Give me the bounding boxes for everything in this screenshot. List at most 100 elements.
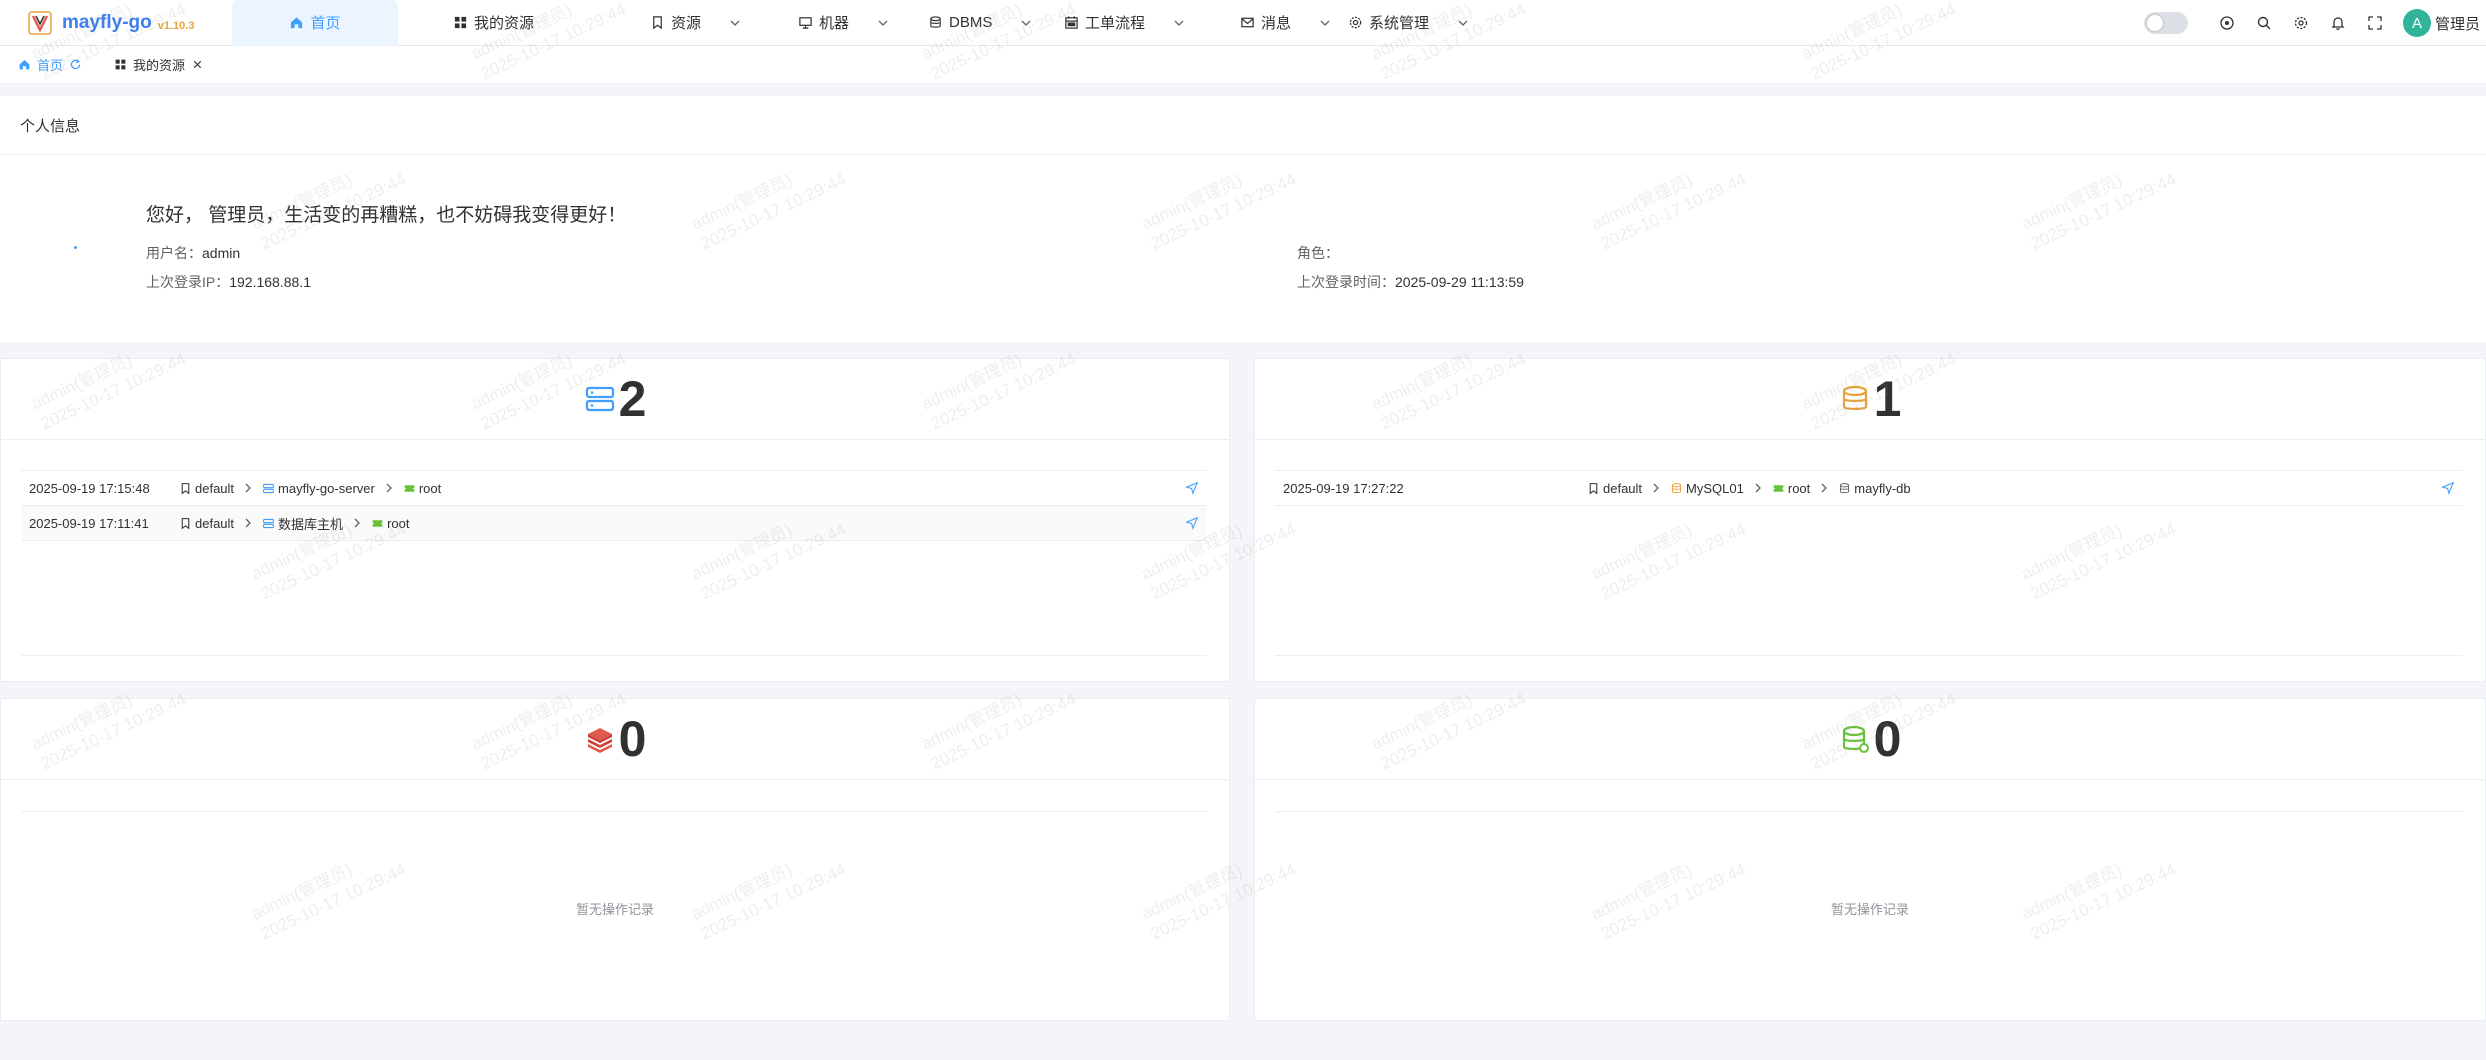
chevron-right-icon [1821, 483, 1828, 493]
record-row: 2025-09-19 17:15:48 default mayfly-go-se… [21, 471, 1207, 506]
theme-toggle[interactable] [2143, 12, 2188, 34]
bookmark-icon [653, 16, 662, 30]
list-divider [21, 811, 1207, 812]
empty-text: 暂无操作记录 [1830, 902, 1909, 917]
account-ticket-icon [1773, 484, 1784, 492]
db-stat-card: 1 2025-09-19 17:27:22 default MySQL01 ro… [1254, 358, 2486, 682]
search-icon[interactable] [2255, 14, 2273, 32]
home-icon [291, 17, 303, 29]
chevron-down-icon [1458, 20, 1468, 26]
database-icon [930, 16, 941, 28]
resource-path: default mayfly-go-server root [179, 481, 441, 496]
mail-icon [1241, 17, 1254, 28]
machine-records: 2025-09-19 17:15:48 default mayfly-go-se… [21, 470, 1207, 541]
monitor-icon [799, 17, 812, 29]
app-name: mayfly-go [62, 11, 152, 33]
nav-workflow[interactable]: 工单流程 [1052, 0, 1210, 46]
last-login-time-info: 上次登录时间：2025-09-29 11:13:59 [1297, 274, 1524, 290]
machine-stat-card: 2 2025-09-19 17:15:48 default mayfly-go-… [0, 358, 1230, 682]
profile-avatar [74, 246, 77, 249]
chevron-down-icon [730, 20, 740, 26]
toggle-knob [2146, 15, 2163, 31]
close-icon[interactable] [191, 58, 204, 71]
mayfly-logo-icon [28, 10, 52, 35]
empty-text: 暂无操作记录 [575, 902, 654, 917]
app-version: v1.10.3 [157, 19, 195, 32]
account-ticket-icon [404, 484, 415, 492]
record-row: 2025-09-19 17:11:41 default 数据库主机 root [21, 506, 1207, 541]
mongo-icon [1842, 725, 1869, 753]
settings-icon[interactable] [2292, 14, 2310, 32]
chevron-down-icon [1320, 20, 1330, 26]
home-icon [19, 60, 30, 70]
record-row: 2025-09-19 17:27:22 default MySQL01 root… [1275, 471, 2463, 506]
account-ticket-icon [372, 519, 383, 527]
nav-resources[interactable]: 资源 [638, 0, 778, 46]
user-avatar[interactable]: A [2402, 9, 2431, 37]
layout-icon[interactable] [2218, 14, 2236, 32]
list-divider [21, 655, 1207, 656]
send-icon[interactable] [1185, 516, 1199, 530]
list-divider [1275, 655, 2463, 656]
db-count: 1 [1873, 371, 1902, 427]
chevron-right-icon [1653, 483, 1659, 493]
nav-home[interactable]: 首页 [232, 0, 398, 46]
card-header[interactable]: 1 [1255, 359, 2485, 440]
profile-section-title: 个人信息 [0, 96, 2486, 155]
app-logo[interactable]: mayfly-go v1.10.3 [0, 0, 232, 46]
username-info: 用户名：admin [146, 245, 241, 261]
chevron-right-icon [245, 483, 251, 493]
nav-message[interactable]: 消息 [1210, 0, 1340, 46]
main-nav: 首页 我的资源 资源 机器 DBMS 工单流程 消息 系统管理 [232, 0, 1490, 46]
bookmark-icon [181, 482, 190, 494]
grid-icon [115, 59, 126, 70]
bell-icon[interactable] [2329, 14, 2347, 32]
chevron-down-icon [878, 20, 888, 26]
grid-icon [454, 16, 467, 29]
tags-view-bar: 首页 我的资源 [0, 46, 2486, 84]
mongo-count: 0 [1873, 711, 1902, 767]
redis-stat-card: 0 暂无操作记录 [0, 698, 1230, 1021]
server-icon [263, 483, 274, 493]
send-icon[interactable] [2441, 481, 2455, 495]
chevron-down-icon [1174, 20, 1184, 26]
card-header[interactable]: 0 [1, 699, 1229, 780]
database-icon [1671, 482, 1682, 493]
nav-system[interactable]: 系统管理 [1340, 0, 1490, 46]
card-header[interactable]: 0 [1255, 699, 2485, 780]
calendar-icon [1065, 16, 1078, 29]
gear-icon [1349, 16, 1362, 29]
profile-card: 个人信息 您好， 管理员，生活变的再糟糕，也不妨碍我变得更好！ 用户名：admi… [0, 96, 2486, 342]
db-records: 2025-09-19 17:27:22 default MySQL01 root… [1275, 470, 2463, 506]
chevron-right-icon [1755, 483, 1761, 493]
card-header[interactable]: 2 [1, 359, 1229, 440]
chevron-right-icon [354, 518, 360, 528]
user-name[interactable]: 管理员 [2435, 13, 2480, 34]
mongo-stat-card: 0 暂无操作记录 [1254, 698, 2486, 1021]
refresh-icon[interactable] [69, 58, 82, 71]
redis-icon [587, 728, 612, 753]
send-icon[interactable] [1185, 481, 1199, 495]
server-icon [585, 386, 614, 412]
fullscreen-icon[interactable] [2366, 14, 2384, 32]
role-info: 角色： [1297, 245, 1339, 261]
bookmark-icon [181, 517, 190, 529]
chevron-right-icon [245, 518, 251, 528]
chevron-right-icon [386, 483, 392, 493]
database-icon [1840, 482, 1850, 493]
resource-path: default MySQL01 root mayfly-db [1587, 481, 1911, 496]
tag-my-resources[interactable]: 我的资源 [108, 50, 210, 80]
greeting-text: 您好， 管理员，生活变的再糟糕，也不妨碍我变得更好！ [146, 205, 627, 226]
nav-dbms[interactable]: DBMS [916, 0, 1052, 46]
chevron-down-icon [1021, 20, 1031, 26]
bookmark-icon [1589, 482, 1598, 494]
redis-count: 0 [618, 711, 647, 767]
database-icon [1842, 385, 1867, 410]
last-ip-info: 上次登录IP：192.168.88.1 [146, 274, 311, 290]
tag-home[interactable]: 首页 [12, 50, 88, 80]
toolbar-right: A 管理员 [2143, 0, 2486, 46]
server-icon [263, 518, 274, 528]
nav-my-resources[interactable]: 我的资源 [398, 0, 638, 46]
nav-machine[interactable]: 机器 [778, 0, 916, 46]
resource-path: default 数据库主机 root [179, 514, 409, 533]
